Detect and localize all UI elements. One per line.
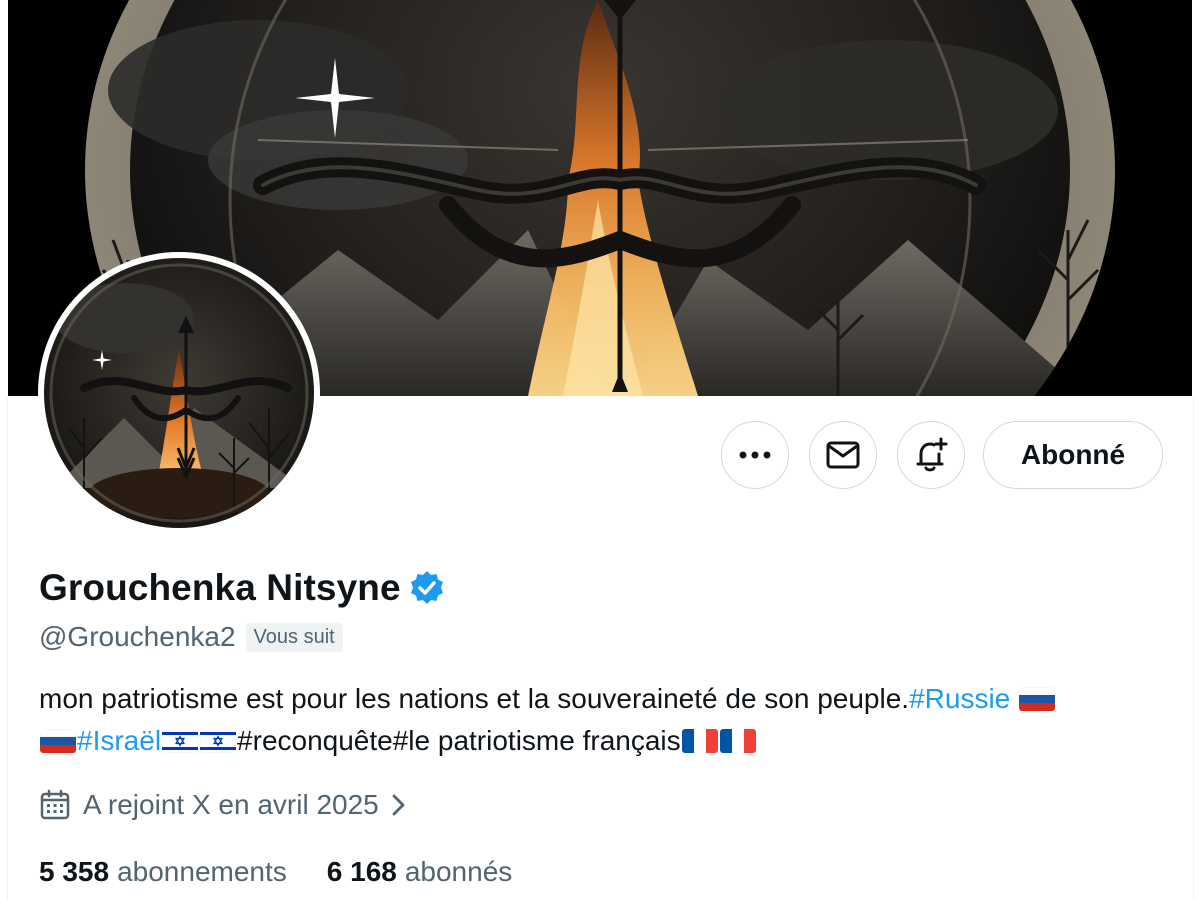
display-name: Grouchenka Nitsyne bbox=[39, 567, 401, 608]
left-border bbox=[7, 396, 8, 900]
bio-text: mon patriotisme est pour les nations et … bbox=[39, 683, 910, 714]
message-button[interactable] bbox=[809, 421, 877, 489]
verified-badge-icon[interactable] bbox=[409, 570, 445, 606]
handle-row: @Grouchenka2 Vous suit bbox=[39, 617, 343, 657]
follows-you-badge: Vous suit bbox=[245, 622, 343, 652]
join-date-label: A rejoint X en avril 2025 bbox=[83, 789, 379, 820]
follow-stats: 5 358 abonnements 6 168 abonnés bbox=[39, 852, 512, 892]
right-border bbox=[1193, 396, 1194, 900]
more-horizontal-icon bbox=[739, 451, 771, 459]
france-flag bbox=[719, 729, 756, 753]
followers-link[interactable]: 6 168 abonnés bbox=[327, 856, 513, 888]
israel-flag bbox=[200, 729, 237, 753]
notifications-button[interactable] bbox=[897, 421, 965, 489]
russia-flag bbox=[1019, 687, 1056, 711]
israel-flag bbox=[162, 729, 199, 753]
user-handle: @Grouchenka2 bbox=[39, 621, 236, 652]
followers-count: 6 168 bbox=[326, 856, 397, 887]
join-date-row[interactable]: A rejoint X en avril 2025 bbox=[39, 785, 409, 825]
envelope-icon bbox=[826, 441, 860, 469]
russia-flag bbox=[40, 729, 76, 753]
france-flag bbox=[681, 729, 718, 753]
following-count: 5 358 bbox=[39, 856, 110, 887]
more-button[interactable] bbox=[721, 421, 789, 489]
profile-avatar[interactable] bbox=[38, 252, 320, 534]
profile-name-row: Grouchenka Nitsyne bbox=[39, 564, 445, 612]
followers-label: abonnés bbox=[404, 856, 513, 887]
bio-hashtags-text: #reconquête#le patriotisme français bbox=[237, 725, 681, 756]
calendar-icon bbox=[40, 789, 70, 820]
chevron-right-icon bbox=[392, 794, 405, 816]
following-button[interactable]: Abonné bbox=[983, 421, 1163, 489]
avatar-image bbox=[44, 258, 314, 528]
following-label: abonnements bbox=[117, 856, 287, 887]
following-link[interactable]: 5 358 abonnements bbox=[39, 856, 287, 888]
bell-plus-icon bbox=[916, 437, 948, 472]
profile-bio: mon patriotisme est pour les nations et … bbox=[39, 678, 1169, 762]
hashtag-israel-link[interactable]: #Israël bbox=[77, 725, 161, 756]
hashtag-russie-link[interactable]: #Russie bbox=[909, 683, 1010, 714]
